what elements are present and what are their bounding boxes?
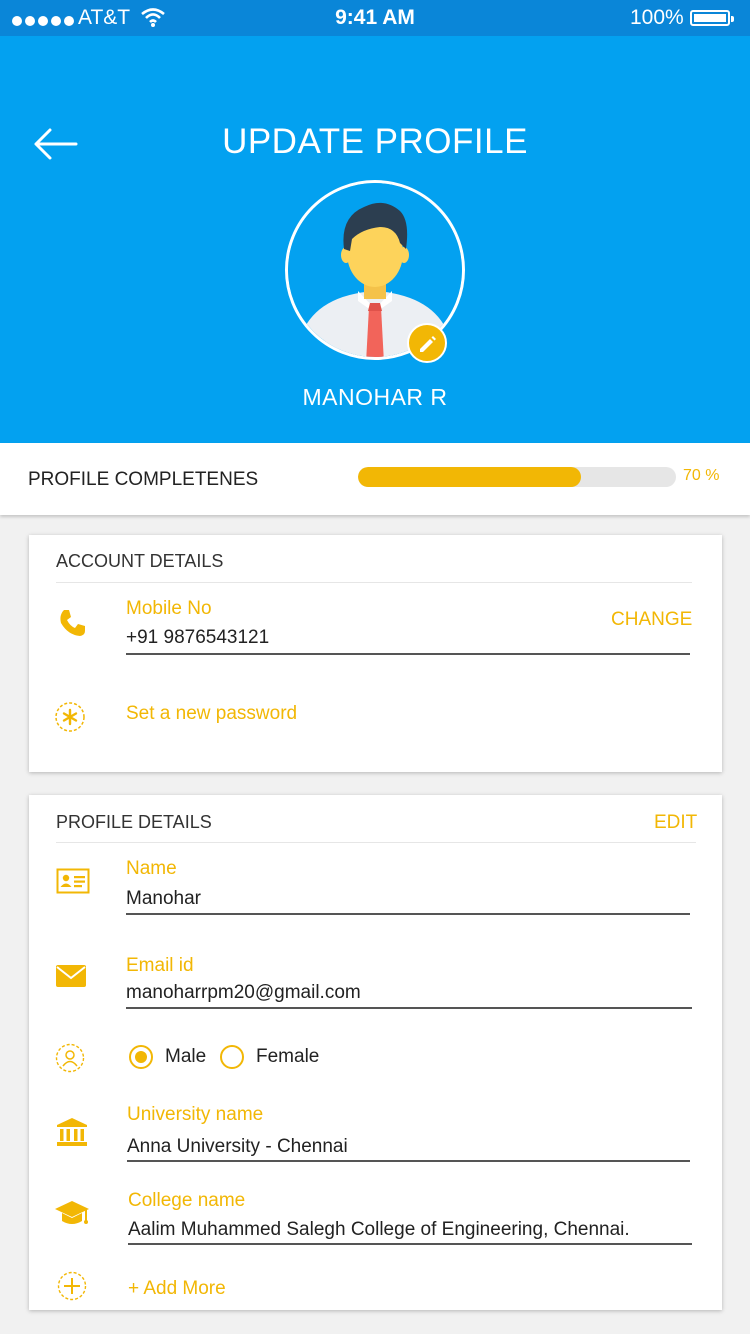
university-label: University name — [127, 1104, 264, 1125]
completeness-progress-bar — [358, 467, 676, 487]
set-new-password-link[interactable]: Set a new password — [126, 703, 297, 725]
edit-avatar-button[interactable] — [407, 323, 447, 363]
gender-male-label[interactable]: Male — [165, 1046, 206, 1068]
add-more-button[interactable]: + Add More — [128, 1278, 226, 1300]
email-underline — [126, 1007, 692, 1009]
divider — [56, 582, 692, 583]
email-label: Email id — [126, 955, 194, 976]
gender-female-radio[interactable] — [220, 1045, 244, 1069]
page-title: UPDATE PROFILE — [222, 122, 528, 161]
person-icon — [55, 1043, 85, 1078]
mobile-value[interactable]: +91 9876543121 — [126, 627, 269, 649]
profile-completeness: PROFILE COMPLETENES 70 % — [0, 443, 750, 515]
plus-circle-icon — [57, 1271, 87, 1306]
change-mobile-button[interactable]: CHANGE — [611, 609, 692, 631]
gender-male-radio[interactable] — [129, 1045, 153, 1069]
pencil-icon — [420, 336, 436, 352]
id-card-icon — [56, 868, 90, 899]
battery-percent: 100% — [630, 6, 684, 29]
university-value[interactable]: Anna University - Chennai — [127, 1136, 348, 1158]
college-underline — [128, 1243, 692, 1245]
profile-details-title: PROFILE DETAILS — [56, 812, 212, 832]
phone-icon — [56, 607, 88, 644]
name-label: Name — [126, 858, 177, 879]
envelope-icon — [56, 965, 86, 992]
edit-profile-button[interactable]: EDIT — [654, 812, 697, 834]
status-bar: AT&T 9:41 AM 100% — [0, 0, 750, 36]
name-underline — [126, 913, 690, 915]
bank-icon — [56, 1117, 88, 1152]
user-name: MANOHAR R — [302, 384, 448, 410]
completeness-percent: 70 % — [683, 467, 720, 484]
asterisk-icon — [54, 701, 86, 738]
university-underline — [127, 1160, 690, 1162]
mobile-label: Mobile No — [126, 598, 212, 619]
name-value[interactable]: Manohar — [126, 888, 201, 910]
mobile-underline — [126, 653, 690, 655]
college-value[interactable]: Aalim Muhammed Salegh College of Enginee… — [128, 1219, 630, 1241]
profile-details-card: PROFILE DETAILS EDIT Name Manohar Email … — [29, 795, 722, 1310]
gender-female-label[interactable]: Female — [256, 1046, 319, 1068]
college-label: College name — [128, 1190, 246, 1211]
completeness-label: PROFILE COMPLETENES — [28, 469, 259, 490]
email-value[interactable]: manoharrpm20@gmail.com — [126, 982, 361, 1004]
divider — [56, 842, 696, 843]
account-details-card: ACCOUNT DETAILS Mobile No +91 9876543121… — [29, 535, 722, 772]
graduation-cap-icon — [54, 1199, 90, 1234]
completeness-progress-fill — [358, 467, 581, 487]
battery-icon — [690, 10, 734, 26]
account-details-title: ACCOUNT DETAILS — [56, 551, 224, 571]
